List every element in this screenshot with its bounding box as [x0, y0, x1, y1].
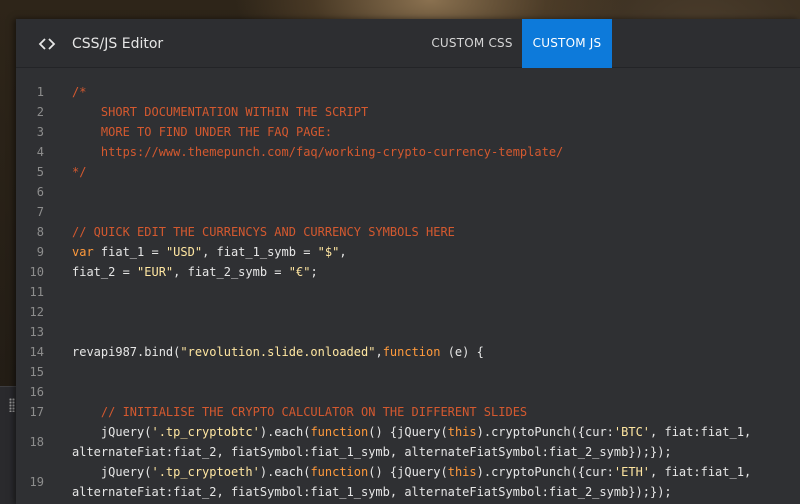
code-keyword: this [447, 465, 477, 479]
line-number: 17 [29, 405, 44, 419]
code-comment: /* [72, 85, 87, 99]
code-line: fiat_2 = "EUR", fiat_2_symb = "€"; [72, 262, 796, 282]
code-string: "revolution.slide.onloaded" [180, 345, 376, 359]
code-line: // INITIALISE THE CRYPTO CALCULATOR ON T… [72, 402, 796, 422]
code-text: ).each( [259, 465, 311, 479]
code-text: ).cryptoPunch({cur: [476, 425, 614, 439]
code-line-wrapped: alternateFiat:fiat_2, fiatSymbol:fiat_1_… [72, 482, 796, 502]
code-text: ; [310, 265, 318, 279]
code-line-wrapped: alternateFiat:fiat_2, fiatSymbol:fiat_1_… [72, 442, 796, 462]
code-text: revapi987.bind( [72, 345, 181, 359]
code-string: "EUR" [137, 265, 174, 279]
line-number: 3 [36, 125, 44, 139]
code-keyword: function [310, 465, 369, 479]
code-text: , fiat_2_symb = [173, 265, 289, 279]
line-number: 4 [36, 145, 44, 159]
code-comment: MORE TO FIND UNDER THE FAQ PAGE: [72, 125, 333, 139]
code-editor[interactable]: /* SHORT DOCUMENTATION WITHIN THE SCRIPT… [72, 82, 796, 502]
code-text: , fiat_1_symb = [202, 245, 318, 259]
code-text: (e) { [440, 345, 484, 359]
code-text: () {jQuery( [368, 465, 448, 479]
line-number: 13 [29, 325, 44, 339]
editor-header: CSS/JS Editor CUSTOM CSS CUSTOM JS [16, 19, 800, 68]
line-number: 1 [36, 85, 44, 99]
code-line: */ [72, 162, 796, 182]
code-line: MORE TO FIND UNDER THE FAQ PAGE: [72, 122, 796, 142]
code-line: jQuery('.tp_cryptoeth').each(function() … [72, 462, 796, 482]
line-number-gutter: 1 2 3 4 5 6 7 8 9 10 11 12 13 14 15 16 1… [16, 82, 56, 502]
code-text: , fiat:fiat_1, [650, 425, 752, 439]
code-text: fiat_2 = [72, 265, 138, 279]
line-number: 16 [29, 385, 44, 399]
code-line: SHORT DOCUMENTATION WITHIN THE SCRIPT [72, 102, 796, 122]
editor-title: CSS/JS Editor [72, 36, 164, 52]
code-comment: SHORT DOCUMENTATION WITHIN THE SCRIPT [72, 105, 369, 119]
line-number: 2 [36, 105, 44, 119]
code-string: 'BTC' [613, 425, 651, 439]
code-keyword: var [72, 245, 94, 259]
line-number: 15 [29, 365, 44, 379]
code-text: jQuery( [72, 425, 152, 439]
line-number: 7 [36, 205, 44, 219]
code-text: , [339, 245, 347, 259]
code-comment: */ [72, 165, 87, 179]
line-number: 19 [29, 475, 44, 489]
line-number: 10 [29, 265, 44, 279]
line-number: 18 [29, 435, 44, 449]
drag-grip-icon[interactable] [9, 398, 15, 412]
code-text: ).cryptoPunch({cur: [476, 465, 614, 479]
code-string: '.tp_cryptoeth' [151, 465, 260, 479]
code-string: "$" [317, 245, 340, 259]
code-string: '.tp_cryptobtc' [151, 425, 260, 439]
tab-custom-css[interactable]: CUSTOM CSS [422, 19, 522, 68]
code-text: , fiat:fiat_1, [650, 465, 752, 479]
line-number: 6 [36, 185, 44, 199]
code-keyword: function [310, 425, 369, 439]
line-number: 5 [36, 165, 44, 179]
line-number: 8 [36, 225, 44, 239]
code-comment: // INITIALISE THE CRYPTO CALCULATOR ON T… [72, 405, 528, 419]
line-number: 11 [29, 285, 44, 299]
code-string: 'ETH' [613, 465, 651, 479]
code-comment-url: https://www.themepunch.com/faq/working-c… [72, 145, 564, 159]
code-line: // QUICK EDIT THE CURRENCYS AND CURRENCY… [72, 222, 796, 242]
code-string: "€" [288, 265, 311, 279]
code-keyword: this [447, 425, 477, 439]
code-text: alternateFiat:fiat_2, fiatSymbol:fiat_1_… [72, 445, 672, 459]
tab-custom-js[interactable]: CUSTOM JS [522, 19, 612, 68]
css-js-editor-window: CSS/JS Editor CUSTOM CSS CUSTOM JS 1 2 3… [16, 19, 800, 504]
code-line: jQuery('.tp_cryptobtc').each(function() … [72, 422, 796, 442]
code-text: ).each( [259, 425, 311, 439]
line-number: 9 [36, 245, 44, 259]
code-string: "USD" [165, 245, 203, 259]
code-text: alternateFiat:fiat_2, fiatSymbol:fiat_1_… [72, 485, 672, 499]
code-keyword: function [382, 345, 441, 359]
code-text: , [375, 345, 383, 359]
code-line: https://www.themepunch.com/faq/working-c… [72, 142, 796, 162]
line-number: 12 [29, 305, 44, 319]
code-text: fiat_1 = [93, 245, 166, 259]
code-comment: // QUICK EDIT THE CURRENCYS AND CURRENCY… [72, 225, 455, 239]
code-line: var fiat_1 = "USD", fiat_1_symb = "$", [72, 242, 796, 262]
code-text: () {jQuery( [368, 425, 448, 439]
line-number: 14 [29, 345, 44, 359]
code-line: /* [72, 82, 796, 102]
code-line: revapi987.bind("revolution.slide.onloade… [72, 342, 796, 362]
code-text: jQuery( [72, 465, 152, 479]
code-icon [38, 38, 56, 50]
